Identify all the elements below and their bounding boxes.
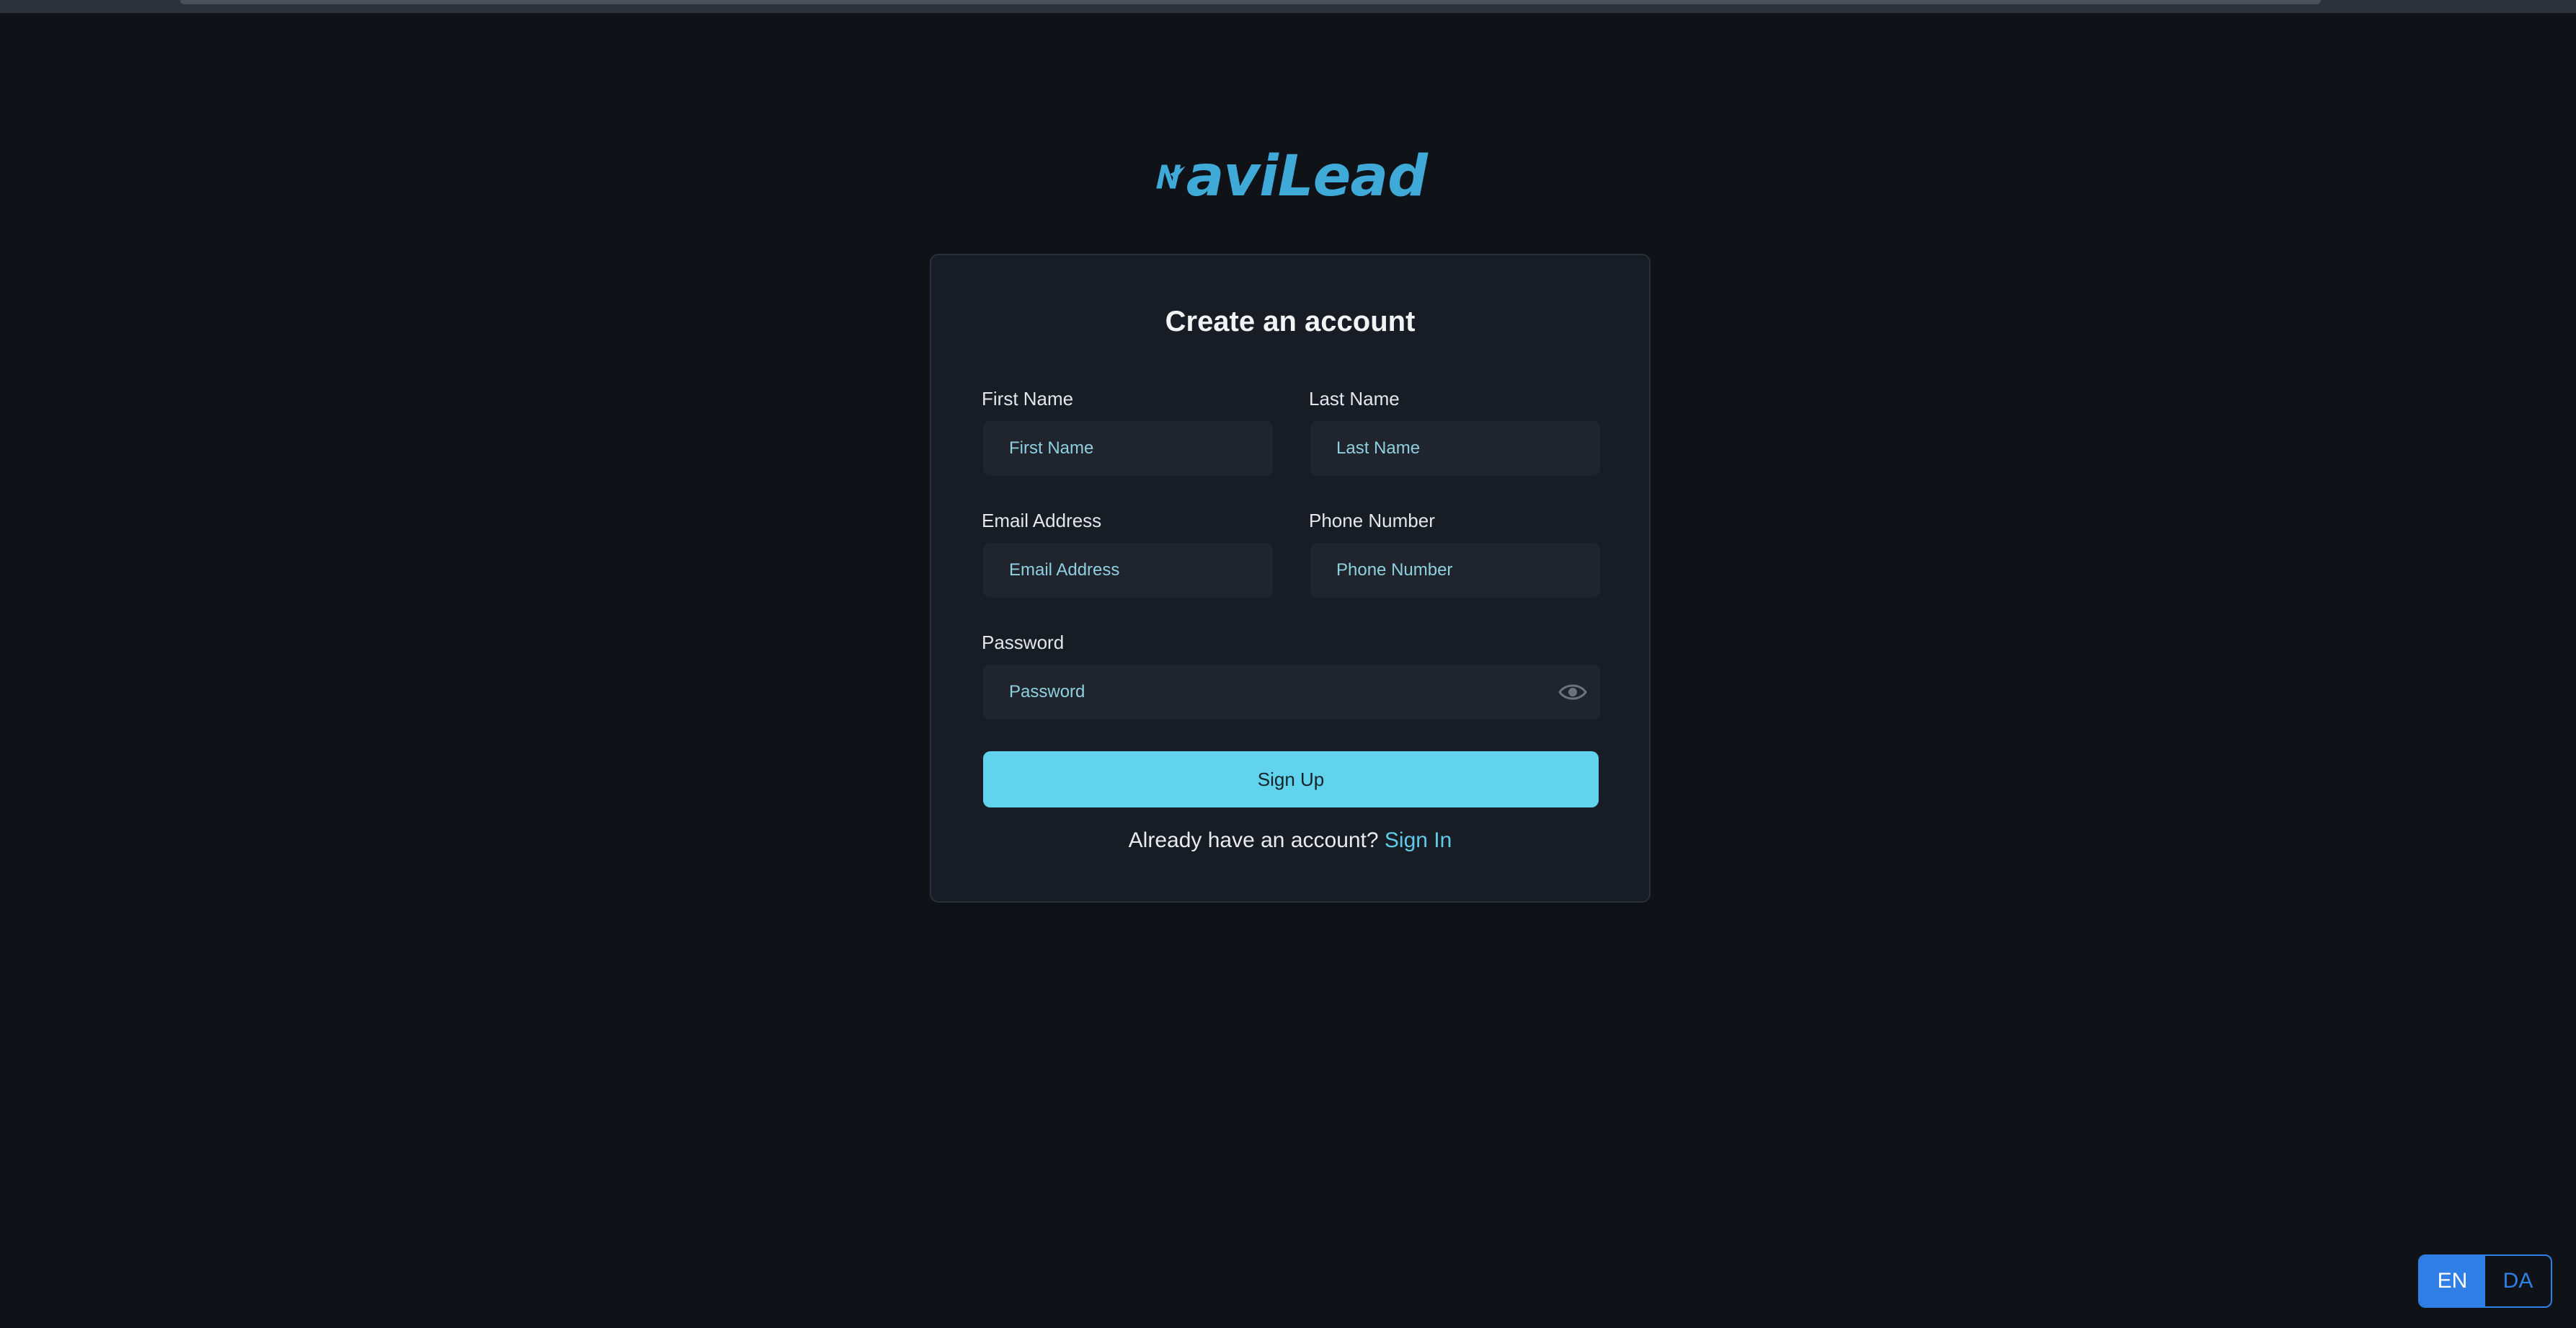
sign-up-button[interactable]: Sign Up xyxy=(983,751,1599,807)
language-switcher: EN DA xyxy=(2418,1254,2552,1308)
navilead-logo: aviLead xyxy=(1153,144,1428,209)
logo-text: aviLead xyxy=(1186,144,1428,209)
logo-mark-icon xyxy=(1156,164,1186,189)
eye-icon[interactable] xyxy=(1558,682,1587,702)
signup-card: Create an account First Name Last Name E… xyxy=(930,254,1651,903)
browser-top-bar-handle xyxy=(180,0,2321,4)
email-label: Email Address xyxy=(982,510,1102,531)
page-title: Create an account xyxy=(1165,306,1416,337)
sign-in-link[interactable]: Sign In xyxy=(1385,828,1452,852)
phone-input[interactable] xyxy=(1310,543,1600,598)
last-name-label: Last Name xyxy=(1309,388,1400,410)
phone-label: Phone Number xyxy=(1309,510,1435,531)
password-label: Password xyxy=(982,632,1065,653)
first-name-input[interactable] xyxy=(983,421,1273,476)
language-en-button[interactable]: EN xyxy=(2420,1256,2485,1306)
first-name-label: First Name xyxy=(982,388,1074,410)
sign-in-prompt: Already have an account? Sign In xyxy=(931,828,1649,853)
last-name-input[interactable] xyxy=(1310,421,1600,476)
sign-in-prompt-text: Already have an account? xyxy=(1128,828,1379,852)
browser-top-bar xyxy=(0,0,2576,13)
password-input[interactable] xyxy=(983,665,1600,720)
email-input[interactable] xyxy=(983,543,1273,598)
language-da-button[interactable]: DA xyxy=(2485,1256,2551,1306)
